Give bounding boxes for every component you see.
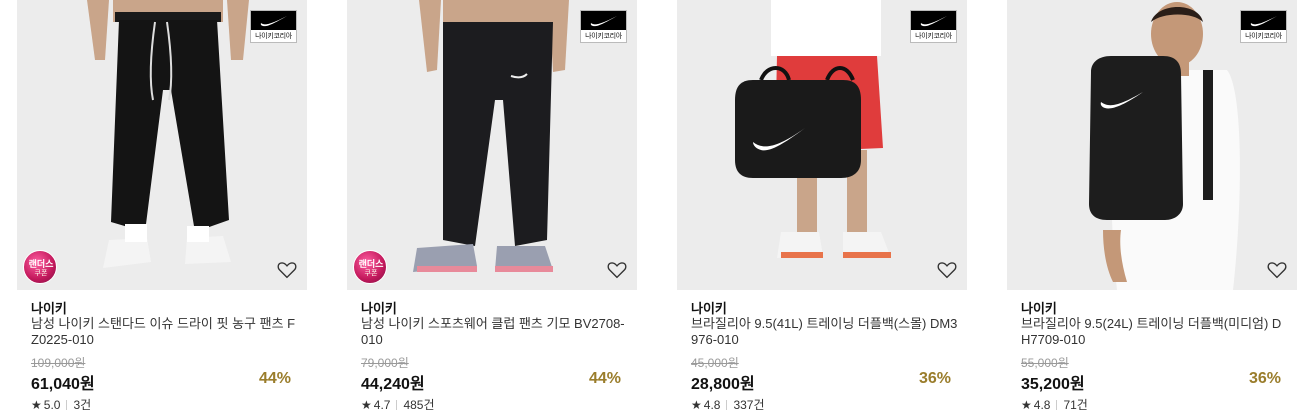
coupon-sublabel: 쿠폰 (364, 270, 378, 277)
brand-name: 나이키 (691, 301, 727, 316)
discount-rate: 44% (588, 370, 621, 387)
divider (726, 400, 728, 410)
review-count: 485건 (403, 398, 435, 412)
rating-row: ★ 5.0 3건 (31, 396, 91, 413)
star-icon: ★ (31, 398, 42, 412)
rating-value: 4.7 (373, 398, 391, 412)
heart-icon[interactable] (1266, 259, 1288, 281)
nike-swoosh-icon (581, 11, 626, 30)
sale-price: 61,040원 (31, 376, 95, 393)
divider (66, 400, 68, 410)
badge-label: 나이키코리아 (255, 32, 292, 40)
sale-price: 35,200원 (1021, 376, 1085, 393)
star-icon: ★ (691, 398, 702, 412)
star-icon: ★ (1021, 398, 1032, 412)
rating-row: ★ 4.8 337건 (691, 396, 765, 413)
original-price: 109,000원 (31, 356, 86, 370)
product-title[interactable]: 남성 나이키 스탠다드 이슈 드라이 핏 농구 팬츠 FZ0225-010 (31, 316, 299, 348)
nike-swoosh-icon (911, 11, 956, 30)
product-image[interactable]: 나이키코리아 랜더스 쿠폰 (347, 0, 637, 290)
rating-value: 4.8 (1033, 398, 1051, 412)
rating-value: 5.0 (43, 398, 61, 412)
brand-name: 나이키 (361, 301, 397, 316)
original-price: 79,000원 (361, 356, 409, 370)
brand-name: 나이키 (31, 301, 67, 316)
review-count: 71건 (1063, 398, 1088, 412)
rating-value: 4.8 (703, 398, 721, 412)
original-price: 45,000원 (691, 356, 739, 370)
review-count: 3건 (73, 398, 92, 412)
discount-rate: 44% (258, 370, 291, 387)
review-count: 337건 (733, 398, 765, 412)
product-image[interactable]: 나이키코리아 랜더스 쿠폰 (17, 0, 307, 290)
product-title[interactable]: 브라질리아 9.5(41L) 트레이닝 더플백(스몰) DM3976-010 (691, 316, 959, 348)
coupon-badge: 랜더스 쿠폰 (23, 250, 57, 284)
black-duffel-bag-image (677, 0, 967, 290)
product-card[interactable]: 나이키코리아 랜더스 쿠폰 나이키 남성 나이키 스포츠웨어 클럽 팬츠 기모 … (347, 0, 637, 419)
brand-badge: 나이키코리아 (250, 10, 297, 43)
product-image[interactable]: 나이키코리아 (1007, 0, 1297, 290)
black-jogger-pants-image (17, 0, 307, 290)
product-image[interactable]: 나이키코리아 (677, 0, 967, 290)
nike-swoosh-icon (1241, 11, 1286, 30)
coupon-label: 랜더스 (358, 259, 384, 269)
coupon-label: 랜더스 (28, 259, 54, 269)
coupon-sublabel: 쿠폰 (34, 270, 48, 277)
brand-badge: 나이키코리아 (580, 10, 627, 43)
product-card[interactable]: 나이키코리아 나이키 브라질리아 9.5(41L) 트레이닝 더플백(스몰) D… (677, 0, 967, 419)
brand-badge: 나이키코리아 (910, 10, 957, 43)
heart-icon[interactable] (936, 259, 958, 281)
product-title[interactable]: 브라질리아 9.5(24L) 트레이닝 더플백(미디엄) DH7709-010 (1021, 316, 1289, 348)
divider (396, 400, 398, 410)
discount-rate: 36% (918, 370, 951, 387)
original-price: 55,000원 (1021, 356, 1069, 370)
product-card[interactable]: 나이키코리아 나이키 브라질리아 9.5(24L) 트레이닝 더플백(미디엄) … (1007, 0, 1297, 419)
badge-label: 나이키코리아 (915, 32, 952, 40)
sale-price: 28,800원 (691, 376, 755, 393)
star-icon: ★ (361, 398, 372, 412)
sale-price: 44,240원 (361, 376, 425, 393)
coupon-badge: 랜더스 쿠폰 (353, 250, 387, 284)
brand-badge: 나이키코리아 (1240, 10, 1287, 43)
product-title[interactable]: 남성 나이키 스포츠웨어 클럽 팬츠 기모 BV2708-010 (361, 316, 629, 348)
rating-row: ★ 4.8 71건 (1021, 396, 1088, 413)
product-card[interactable]: 나이키코리아 랜더스 쿠폰 나이키 남성 나이키 스탠다드 이슈 드라이 핏 농… (17, 0, 307, 419)
brand-name: 나이키 (1021, 301, 1057, 316)
heart-icon[interactable] (276, 259, 298, 281)
nike-swoosh-icon (251, 11, 296, 30)
black-backpack-image (1007, 0, 1297, 290)
badge-label: 나이키코리아 (1245, 32, 1282, 40)
rating-row: ★ 4.7 485건 (361, 396, 435, 413)
black-fleece-pants-image (347, 0, 637, 290)
heart-icon[interactable] (606, 259, 628, 281)
badge-label: 나이키코리아 (585, 32, 622, 40)
divider (1056, 400, 1058, 410)
discount-rate: 36% (1248, 370, 1281, 387)
